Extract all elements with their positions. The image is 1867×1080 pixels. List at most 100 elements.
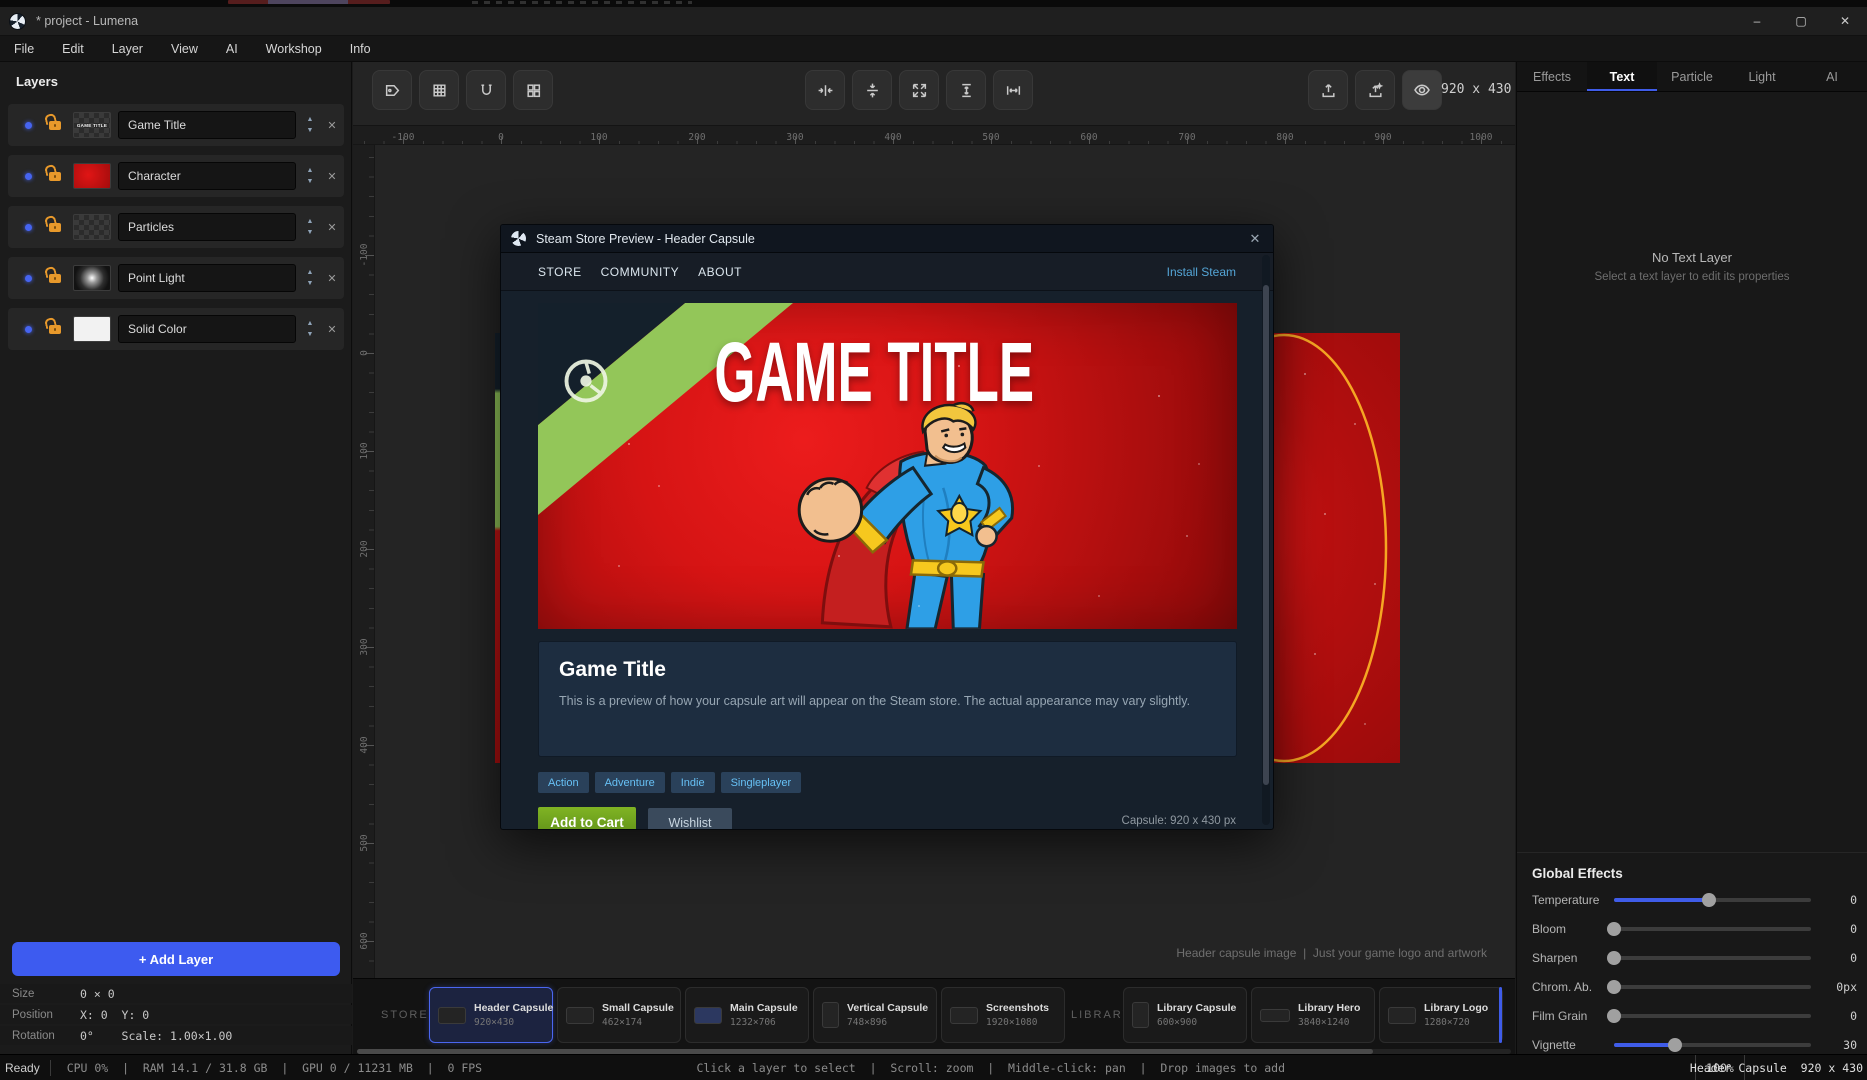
layer-name-field[interactable]: Solid Color	[118, 315, 296, 343]
capsule-card[interactable]: Main Capsule 1232×706	[685, 987, 809, 1043]
layer-visibility-dot[interactable]	[25, 224, 32, 231]
steam-nav-link[interactable]: COMMUNITY	[601, 265, 680, 279]
layer-name-field[interactable]: Game Title	[118, 111, 296, 139]
properties-tab[interactable]: Particle	[1657, 62, 1727, 91]
layer-row[interactable]: Solid Color ▲ ▼ ✕	[8, 308, 344, 350]
capsule-card[interactable]: Library Hero 3840×1240	[1251, 987, 1375, 1043]
move-layer-up-icon[interactable]: ▲	[307, 320, 314, 327]
slider-thumb[interactable]	[1668, 1038, 1682, 1052]
slider-thumb[interactable]	[1607, 951, 1621, 965]
slider-thumb[interactable]	[1702, 893, 1716, 907]
properties-tab[interactable]: Text	[1587, 62, 1657, 91]
unlock-icon[interactable]	[49, 172, 61, 181]
delete-layer-icon[interactable]: ✕	[320, 272, 344, 285]
layer-name-field[interactable]: Particles	[118, 213, 296, 241]
dialog-close-icon[interactable]: ✕	[1237, 231, 1273, 247]
canvas-area[interactable]: 920 x 430 -10001002003004005006007008009…	[353, 62, 1515, 1054]
capsule-card[interactable]: Vertical Capsule 748×896	[813, 987, 937, 1043]
layer-visibility-dot[interactable]	[25, 275, 32, 282]
effect-slider[interactable]	[1614, 1014, 1811, 1018]
unlock-icon[interactable]	[49, 223, 61, 232]
layer-thumbnail	[73, 265, 111, 291]
grid-toggle-button[interactable]	[419, 70, 459, 110]
effect-slider[interactable]	[1614, 1043, 1811, 1047]
move-layer-down-icon[interactable]: ▼	[307, 280, 314, 287]
delete-layer-icon[interactable]: ✕	[320, 221, 344, 234]
move-layer-up-icon[interactable]: ▲	[307, 116, 314, 123]
layer-name-field[interactable]: Point Light	[118, 264, 296, 292]
menu-item[interactable]: View	[157, 36, 212, 62]
unlock-icon[interactable]	[49, 274, 61, 283]
steam-nav-link[interactable]: STORE	[538, 265, 582, 279]
properties-tab[interactable]: AI	[1797, 62, 1867, 91]
move-layer-up-icon[interactable]: ▲	[307, 218, 314, 225]
close-button[interactable]: ✕	[1823, 7, 1867, 35]
move-layer-up-icon[interactable]: ▲	[307, 167, 314, 174]
layer-visibility-dot[interactable]	[25, 173, 32, 180]
layer-row[interactable]: Particles ▲ ▼ ✕	[8, 206, 344, 248]
snap-toggle-button[interactable]	[466, 70, 506, 110]
layer-row[interactable]: Character ▲ ▼ ✕	[8, 155, 344, 197]
move-layer-down-icon[interactable]: ▼	[307, 127, 314, 134]
add-to-cart-button[interactable]: Add to Cart	[538, 807, 636, 830]
minimize-button[interactable]: –	[1735, 7, 1779, 35]
maximize-button[interactable]: ▢	[1779, 7, 1823, 35]
layer-visibility-dot[interactable]	[25, 122, 32, 129]
layer-name-field[interactable]: Character	[118, 162, 296, 190]
menu-item[interactable]: File	[0, 36, 48, 62]
layout-button[interactable]	[513, 70, 553, 110]
effect-slider[interactable]	[1614, 985, 1811, 989]
delete-layer-icon[interactable]: ✕	[320, 170, 344, 183]
slider-thumb[interactable]	[1607, 1009, 1621, 1023]
layer-row[interactable]: GAME TITLE Game Title ▲ ▼ ✕	[8, 104, 344, 146]
steam-nav-link[interactable]: ABOUT	[698, 265, 742, 279]
effect-slider[interactable]	[1614, 927, 1811, 931]
slider-thumb[interactable]	[1607, 922, 1621, 936]
align-horizontal-button[interactable]	[805, 70, 845, 110]
delete-layer-icon[interactable]: ✕	[320, 119, 344, 132]
capsule-card[interactable]: Screenshots 1920×1080	[941, 987, 1065, 1043]
menu-item[interactable]: Edit	[48, 36, 98, 62]
effect-slider[interactable]	[1614, 956, 1811, 960]
tag-pill[interactable]: Action	[538, 772, 589, 793]
capsule-card[interactable]: Small Capsule 462×174	[557, 987, 681, 1043]
move-layer-down-icon[interactable]: ▼	[307, 229, 314, 236]
dialog-scrollbar[interactable]	[1262, 255, 1270, 825]
tag-pill[interactable]: Adventure	[595, 772, 665, 793]
dialog-titlebar[interactable]: Steam Store Preview - Header Capsule ✕	[501, 225, 1273, 253]
menu-item[interactable]: Workshop	[252, 36, 336, 62]
capsule-card[interactable]: Library Logo 1280×720	[1379, 987, 1503, 1043]
slider-thumb[interactable]	[1607, 980, 1621, 994]
export-preset-button[interactable]	[1355, 70, 1395, 110]
effect-slider[interactable]	[1614, 898, 1811, 902]
move-layer-down-icon[interactable]: ▼	[307, 178, 314, 185]
menu-item[interactable]: AI	[212, 36, 252, 62]
move-layer-down-icon[interactable]: ▼	[307, 331, 314, 338]
preview-button[interactable]	[1402, 70, 1442, 110]
distribute-horizontal-button[interactable]	[993, 70, 1033, 110]
delete-layer-icon[interactable]: ✕	[320, 323, 344, 336]
menu-item[interactable]: Layer	[98, 36, 157, 62]
properties-tab[interactable]: Light	[1727, 62, 1797, 91]
distribute-vertical-button[interactable]	[946, 70, 986, 110]
status-system-stats: CPU 0% | RAM 14.1 / 31.8 GB | GPU 0 / 11…	[51, 1061, 482, 1075]
capsule-card[interactable]: Library Capsule 600×900	[1123, 987, 1247, 1043]
tag-pill[interactable]: Singleplayer	[721, 772, 802, 793]
fit-view-button[interactable]	[899, 70, 939, 110]
scrollbar-thumb[interactable]	[1263, 285, 1269, 785]
align-vertical-button[interactable]	[852, 70, 892, 110]
unlock-icon[interactable]	[49, 325, 61, 334]
tag-tool-button[interactable]	[372, 70, 412, 110]
tag-pill[interactable]: Indie	[671, 772, 715, 793]
menu-item[interactable]: Info	[336, 36, 385, 62]
add-layer-button[interactable]: + Add Layer	[12, 942, 340, 976]
export-button[interactable]	[1308, 70, 1348, 110]
layer-row[interactable]: Point Light ▲ ▼ ✕	[8, 257, 344, 299]
properties-tab[interactable]: Effects	[1517, 62, 1587, 91]
wishlist-button[interactable]: Wishlist	[648, 808, 732, 830]
move-layer-up-icon[interactable]: ▲	[307, 269, 314, 276]
install-steam-link[interactable]: Install Steam	[1167, 265, 1236, 279]
unlock-icon[interactable]	[49, 121, 61, 130]
capsule-card[interactable]: Header Capsule 920×430	[429, 987, 553, 1043]
layer-visibility-dot[interactable]	[25, 326, 32, 333]
